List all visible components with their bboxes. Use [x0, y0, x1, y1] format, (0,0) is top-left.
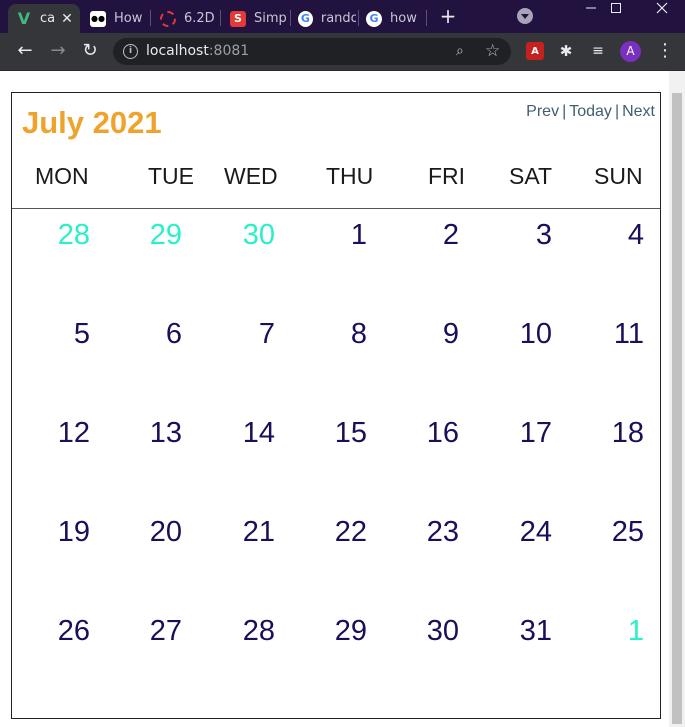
forward-arrow-icon[interactable]: →	[47, 40, 69, 62]
close-tab-icon[interactable]: ✕	[61, 11, 73, 27]
tab-random-google[interactable]: G rando	[290, 4, 356, 33]
tab-strip: V ca ✕ ●● How 6.2D S Simp G rando G how …	[0, 0, 685, 33]
calendar-day[interactable]: 13	[150, 417, 182, 450]
weekday-thu: THU	[326, 163, 374, 189]
weekday-header: MON TUE WED THU FRI SAT SUN	[12, 163, 660, 209]
calendar-day[interactable]: 9	[443, 318, 459, 351]
calendar-day[interactable]: 17	[520, 417, 552, 450]
media-queue-icon[interactable]: ≡	[589, 42, 607, 60]
calendar-day[interactable]: 7	[259, 318, 275, 351]
calendar-day[interactable]: 16	[427, 417, 459, 450]
calendar-day[interactable]: 15	[335, 417, 367, 450]
back-arrow-icon[interactable]: ←	[14, 40, 36, 62]
google-logo-icon: G	[366, 10, 382, 27]
calendar-day[interactable]: 14	[243, 417, 275, 450]
adobe-pdf-extension-icon[interactable]: A	[526, 42, 544, 60]
calendar: July 2021 Prev | Today | Next MON TUE WED TH…	[11, 92, 661, 719]
extensions-puzzle-icon[interactable]: ✱	[557, 42, 575, 60]
calendar-day[interactable]: 19	[58, 516, 90, 549]
tab-calendar-app[interactable]: V ca ✕	[8, 4, 80, 33]
site-info-icon[interactable]: i	[123, 44, 138, 59]
reload-icon[interactable]: ↻	[79, 40, 101, 62]
calendar-day-other-month[interactable]: 28	[58, 219, 90, 252]
tab-title: How	[114, 11, 143, 26]
browser-toolbar: ← → ↻ i localhost:8081 ⌕ ☆ A ✱ ≡ A ⋮	[0, 33, 685, 71]
tab-6-2d[interactable]: 6.2D	[152, 4, 218, 33]
calendar-day[interactable]: 18	[612, 417, 644, 450]
url-port: :8081	[208, 43, 250, 59]
browser-menu-icon[interactable]: ⋮	[656, 40, 674, 62]
maximize-icon[interactable]	[593, 2, 639, 24]
tab-simp[interactable]: S Simp	[222, 4, 288, 33]
window-close-icon[interactable]	[639, 2, 685, 24]
calendar-day[interactable]: 21	[243, 516, 275, 549]
tab-separator	[150, 10, 151, 26]
day-grid: 28 29 30 1 2 3 4 5 6 7 8 9 10 11 12 13 14 15 16 17 18 19 20 21 2…	[12, 209, 660, 709]
weekday-sun: SUN	[594, 163, 643, 189]
calendar-day[interactable]: 8	[351, 318, 367, 351]
tab-title: ca	[40, 11, 56, 26]
calendar-day-other-month[interactable]: 29	[150, 219, 182, 252]
tab-title: rando	[320, 11, 356, 26]
weekday-tue: TUE	[148, 163, 194, 189]
calendar-day[interactable]: 23	[427, 516, 459, 549]
calendar-day[interactable]: 4	[628, 219, 644, 252]
calendar-day[interactable]: 12	[58, 417, 90, 450]
calendar-day[interactable]: 20	[150, 516, 182, 549]
calendar-day[interactable]: 27	[150, 615, 182, 648]
profile-avatar[interactable]: A	[620, 41, 641, 62]
tab-search-icon[interactable]	[517, 8, 533, 24]
tab-separator	[220, 10, 221, 26]
tab-how-google[interactable]: G how	[358, 4, 424, 33]
weekday-sat: SAT	[509, 163, 553, 189]
nav-separator: |	[614, 103, 620, 120]
tab-title: Simp	[254, 11, 287, 26]
month-title: July 2021	[22, 105, 162, 140]
calendar-day[interactable]: 26	[58, 615, 90, 648]
calendar-day[interactable]: 11	[614, 318, 644, 351]
medium-logo-icon: ●●	[90, 10, 106, 27]
calendar-day-other-month[interactable]: 30	[243, 219, 275, 252]
calendar-day[interactable]: 31	[520, 615, 552, 648]
loading-ring-icon	[160, 10, 176, 27]
address-bar[interactable]: i localhost:8081 ⌕ ☆	[113, 38, 511, 65]
calendar-day[interactable]: 2	[443, 219, 459, 252]
calendar-day[interactable]: 3	[536, 219, 552, 252]
calendar-day[interactable]: 6	[166, 318, 182, 351]
tab-how-medium[interactable]: ●● How	[82, 4, 148, 33]
calendar-day[interactable]: 29	[335, 615, 367, 648]
new-tab-plus-icon[interactable]: +	[437, 5, 459, 27]
weekday-mon: MON	[35, 163, 89, 189]
calendar-day-other-month[interactable]: 1	[628, 615, 644, 648]
nav-separator: |	[562, 103, 567, 120]
vue-logo-icon: V	[17, 9, 31, 28]
weekday-fri: FRI	[428, 163, 466, 189]
calendar-day[interactable]: 28	[243, 615, 275, 648]
tab-title: how	[390, 11, 417, 26]
calendar-nav: Prev | Today | Next	[526, 103, 655, 121]
today-link[interactable]: Today	[569, 103, 612, 120]
bookmark-star-icon[interactable]: ☆	[485, 41, 500, 61]
calendar-day[interactable]: 22	[335, 516, 367, 549]
prev-link[interactable]: Prev	[526, 103, 559, 120]
s-logo-icon: S	[230, 10, 246, 27]
tab-separator	[426, 10, 427, 26]
url-text[interactable]: localhost:8081	[146, 43, 249, 59]
calendar-day[interactable]: 5	[74, 318, 90, 351]
calendar-day[interactable]: 25	[612, 516, 644, 549]
calendar-day[interactable]: 30	[427, 615, 459, 648]
scrollbar-thumb[interactable]	[672, 93, 682, 724]
weekday-wed: WED	[224, 163, 278, 189]
url-host: localhost	[146, 43, 209, 59]
zoom-icon[interactable]: ⌕	[456, 43, 464, 59]
tab-title: 6.2D	[184, 11, 215, 26]
calendar-day[interactable]: 1	[351, 219, 367, 252]
calendar-day[interactable]: 24	[520, 516, 552, 549]
google-logo-icon: G	[298, 10, 313, 27]
calendar-day[interactable]: 10	[520, 318, 552, 351]
next-link[interactable]: Next	[622, 103, 655, 120]
